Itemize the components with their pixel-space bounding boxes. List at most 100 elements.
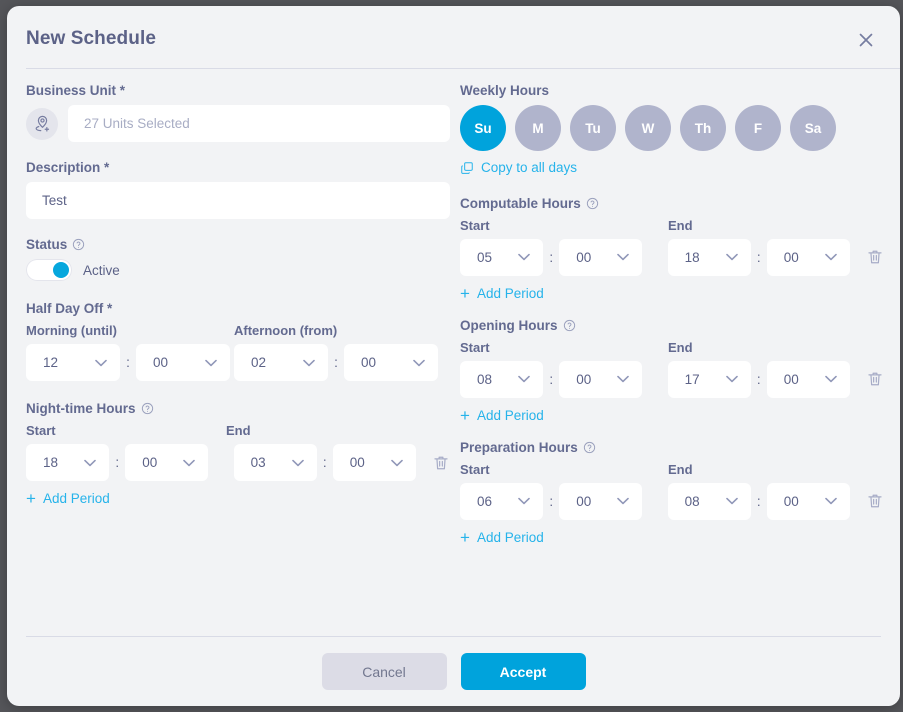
chevron-down-icon	[825, 375, 837, 383]
computable-start-label: Start	[460, 217, 490, 233]
time-separator: :	[549, 371, 554, 387]
computable-add-period-button[interactable]: + Add Period	[460, 285, 544, 302]
opening-end-minute-select[interactable]: 00	[766, 360, 850, 398]
preparation-end-label: End	[668, 461, 693, 477]
opening-delete-icon[interactable]	[866, 370, 884, 388]
close-icon[interactable]	[855, 29, 877, 51]
preparation-add-period-button[interactable]: + Add Period	[460, 529, 544, 546]
business-unit-row	[26, 105, 450, 142]
status-toggle[interactable]	[26, 259, 72, 281]
opening-hours-label: Opening Hours	[460, 318, 884, 333]
afternoon-hour-select[interactable]: 02	[234, 344, 328, 381]
preparation-hours-label: Preparation Hours	[460, 440, 884, 455]
opening-start-minute-select[interactable]: 00	[559, 360, 643, 398]
preparation-hours-help-icon[interactable]	[583, 441, 596, 454]
preparation-end-hour-select[interactable]: 08	[667, 482, 751, 520]
computable-hours-help-icon[interactable]	[586, 197, 599, 210]
chevron-down-icon	[413, 359, 425, 367]
plus-icon: +	[460, 405, 470, 425]
description-label: Description *	[26, 160, 110, 175]
preparation-start-minute-select[interactable]: 00	[559, 482, 643, 520]
description-input[interactable]	[26, 182, 450, 219]
computable-start-minute-select[interactable]: 00	[559, 238, 643, 276]
computable-start-hour-select[interactable]: 05	[460, 238, 544, 276]
copy-to-all-days-button[interactable]: Copy to all days	[460, 160, 577, 175]
opening-hours-help-icon[interactable]	[563, 319, 576, 332]
chevron-down-icon	[291, 459, 304, 467]
morning-hour-select[interactable]: 12	[26, 344, 120, 381]
day-button-m[interactable]: M	[515, 105, 561, 151]
left-column: Business Unit * Description *	[26, 83, 450, 509]
chevron-down-icon	[617, 375, 630, 383]
time-separator: :	[756, 493, 761, 509]
day-button-th[interactable]: Th	[680, 105, 726, 151]
morning-label: Morning (until)	[26, 323, 117, 338]
time-separator: :	[334, 355, 338, 370]
chevron-down-icon	[518, 253, 531, 261]
copy-icon	[460, 161, 474, 175]
night-time-hours-help-icon[interactable]	[141, 402, 154, 415]
computable-end-label: End	[668, 217, 693, 233]
computable-end-minute-select[interactable]: 00	[766, 238, 850, 276]
night-start-hour-select[interactable]: 18	[26, 444, 110, 481]
preparation-end-minute-select[interactable]: 00	[766, 482, 850, 520]
computable-delete-icon[interactable]	[866, 248, 884, 266]
opening-start-hour-select[interactable]: 08	[460, 360, 544, 398]
opening-start-label: Start	[460, 339, 490, 355]
day-button-sa[interactable]: Sa	[790, 105, 836, 151]
plus-icon: +	[26, 489, 36, 508]
chevron-down-icon	[205, 359, 217, 367]
time-separator: :	[126, 355, 130, 370]
chevron-down-icon	[518, 375, 531, 383]
chevron-down-icon	[725, 497, 738, 505]
plus-icon: +	[460, 283, 470, 303]
chevron-down-icon	[518, 497, 531, 505]
afternoon-time-row: 02 : 00	[234, 344, 442, 381]
status-help-icon[interactable]	[72, 238, 85, 251]
day-button-su[interactable]: Su	[460, 105, 506, 151]
day-button-w[interactable]: W	[625, 105, 671, 151]
day-button-tu[interactable]: Tu	[570, 105, 616, 151]
morning-time-row: 12 : 00	[26, 344, 234, 381]
dialog-footer: Cancel Accept	[7, 653, 900, 690]
preparation-start-hour-select[interactable]: 06	[460, 482, 544, 520]
night-time-add-period-button[interactable]: + Add Period	[26, 490, 110, 507]
night-end-minute-select[interactable]: 00	[332, 444, 416, 481]
footer-divider	[26, 636, 881, 637]
preparation-delete-icon[interactable]	[866, 492, 884, 510]
chevron-down-icon	[303, 359, 315, 367]
chevron-down-icon	[725, 253, 738, 261]
time-separator: :	[549, 249, 554, 265]
cancel-button[interactable]: Cancel	[321, 653, 447, 690]
time-separator: :	[322, 455, 327, 470]
night-start-minute-select[interactable]: 00	[125, 444, 209, 481]
dialog-body: Business Unit * Description *	[7, 69, 900, 629]
night-end-hour-select[interactable]: 03	[233, 444, 317, 481]
opening-add-period-button[interactable]: + Add Period	[460, 407, 544, 424]
night-start-label: Start	[26, 423, 56, 438]
chevron-down-icon	[725, 375, 738, 383]
chevron-down-icon	[391, 459, 403, 467]
computable-hours-label: Computable Hours	[460, 196, 884, 211]
status-value: Active	[83, 262, 120, 278]
day-button-f[interactable]: F	[735, 105, 781, 151]
toggle-knob	[53, 262, 69, 278]
new-schedule-dialog: New Schedule Business Unit * 27 Units Se…	[7, 6, 900, 706]
chevron-down-icon	[617, 497, 630, 505]
time-separator: :	[756, 371, 761, 387]
night-time-hours-label: Night-time Hours	[26, 401, 450, 416]
business-unit-input[interactable]	[68, 105, 450, 142]
afternoon-minute-select[interactable]: 00	[344, 344, 438, 381]
chevron-down-icon	[95, 359, 107, 367]
plus-icon: +	[460, 527, 470, 547]
opening-end-hour-select[interactable]: 17	[667, 360, 751, 398]
night-time-row: 18 : 00 03: 00	[26, 444, 450, 481]
night-time-delete-icon[interactable]	[432, 454, 450, 472]
computable-end-hour-select[interactable]: 18	[667, 238, 751, 276]
morning-minute-select[interactable]: 00	[136, 344, 230, 381]
location-pin-add-icon[interactable]	[26, 107, 58, 140]
dialog-header: New Schedule	[7, 6, 900, 69]
business-unit-label: Business Unit *	[26, 83, 126, 98]
accept-button[interactable]: Accept	[460, 653, 586, 690]
preparation-start-label: Start	[460, 461, 490, 477]
